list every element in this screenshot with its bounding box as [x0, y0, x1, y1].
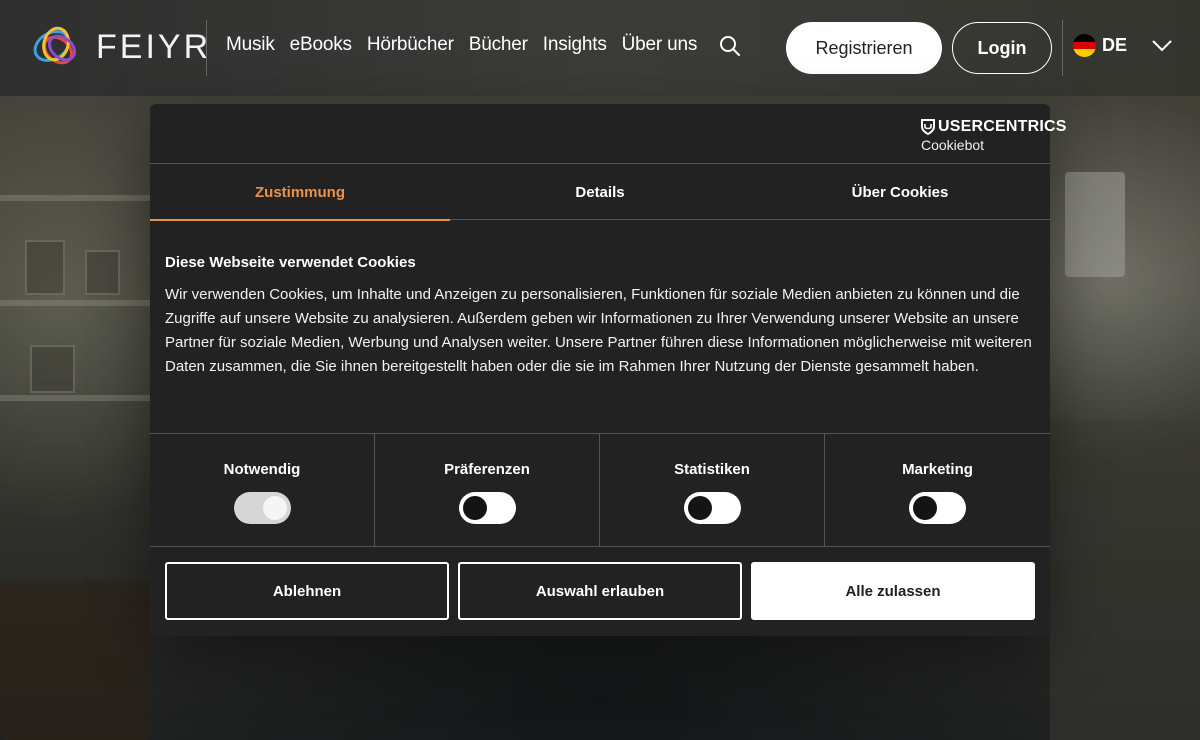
provider-subtitle: Cookiebot [921, 137, 985, 153]
category-notwendig: Notwendig [150, 434, 375, 546]
nav-item-musik[interactable]: Musik [226, 34, 275, 56]
tab-zustimmung[interactable]: Zustimmung [150, 164, 450, 221]
cookiebot-logo[interactable]: USERCENTRICS Cookiebot [921, 118, 1067, 153]
nav-item-ebooks[interactable]: eBooks [290, 34, 352, 56]
allow-selection-button[interactable]: Auswahl erlauben [458, 562, 742, 620]
category-praeferenzen: Präferenzen [375, 434, 600, 546]
marketing-toggle[interactable] [909, 492, 966, 524]
provider-name: USERCENTRICS [938, 118, 1067, 135]
dialog-tabs: Zustimmung Details Über Cookies [150, 164, 1050, 221]
brand-name[interactable]: FEIYR [96, 28, 211, 67]
chevron-down-icon [1152, 39, 1172, 51]
tab-details[interactable]: Details [450, 164, 750, 220]
consent-text: Diese Webseite verwendet Cookies Wir ver… [165, 254, 1035, 379]
dialog-actions: Ablehnen Auswahl erlauben Alle zulassen [165, 562, 1035, 620]
decline-button[interactable]: Ablehnen [165, 562, 449, 620]
main-nav: Musik eBooks Hörbücher Bücher Insights Ü… [226, 34, 712, 56]
register-button[interactable]: Registrieren [786, 22, 942, 74]
shield-icon [921, 119, 935, 135]
cookie-consent-dialog: USERCENTRICS Cookiebot Zustimmung Detail… [150, 104, 1066, 636]
dialog-header: USERCENTRICS Cookiebot [150, 104, 1066, 164]
necessary-toggle [233, 492, 291, 524]
german-flag-icon [1073, 34, 1096, 57]
nav-item-buecher[interactable]: Bücher [469, 34, 528, 56]
category-label: Marketing [902, 461, 973, 478]
consent-heading: Diese Webseite verwendet Cookies [165, 254, 416, 271]
consent-body: Wir verwenden Cookies, um Inhalte und An… [165, 286, 1032, 375]
language-code: DE [1102, 35, 1128, 55]
allow-all-button[interactable]: Alle zulassen [751, 562, 1035, 620]
login-button[interactable]: Login [952, 22, 1052, 74]
category-label: Präferenzen [444, 461, 530, 478]
nav-item-hoerbuecher[interactable]: Hörbücher [367, 34, 454, 56]
nav-item-ueber-uns[interactable]: Über uns [622, 34, 698, 56]
divider [1062, 20, 1063, 76]
feiyr-logo-icon[interactable] [28, 18, 84, 76]
site-header: FEIYR Musik eBooks Hörbücher Bücher Insi… [0, 0, 1200, 96]
statistics-toggle[interactable] [683, 492, 741, 524]
tab-ueber-cookies[interactable]: Über Cookies [750, 164, 1050, 220]
cookie-categories: Notwendig Präferenzen Statistiken Market… [150, 433, 1050, 547]
category-statistiken: Statistiken [600, 434, 825, 546]
language-selector[interactable]: DE [1073, 34, 1173, 57]
preferences-toggle[interactable] [458, 492, 516, 524]
divider [206, 20, 207, 76]
nav-item-insights[interactable]: Insights [543, 34, 607, 56]
category-label: Statistiken [674, 461, 750, 478]
category-label: Notwendig [223, 461, 301, 478]
search-icon[interactable] [719, 35, 741, 57]
category-marketing: Marketing [825, 434, 1050, 546]
